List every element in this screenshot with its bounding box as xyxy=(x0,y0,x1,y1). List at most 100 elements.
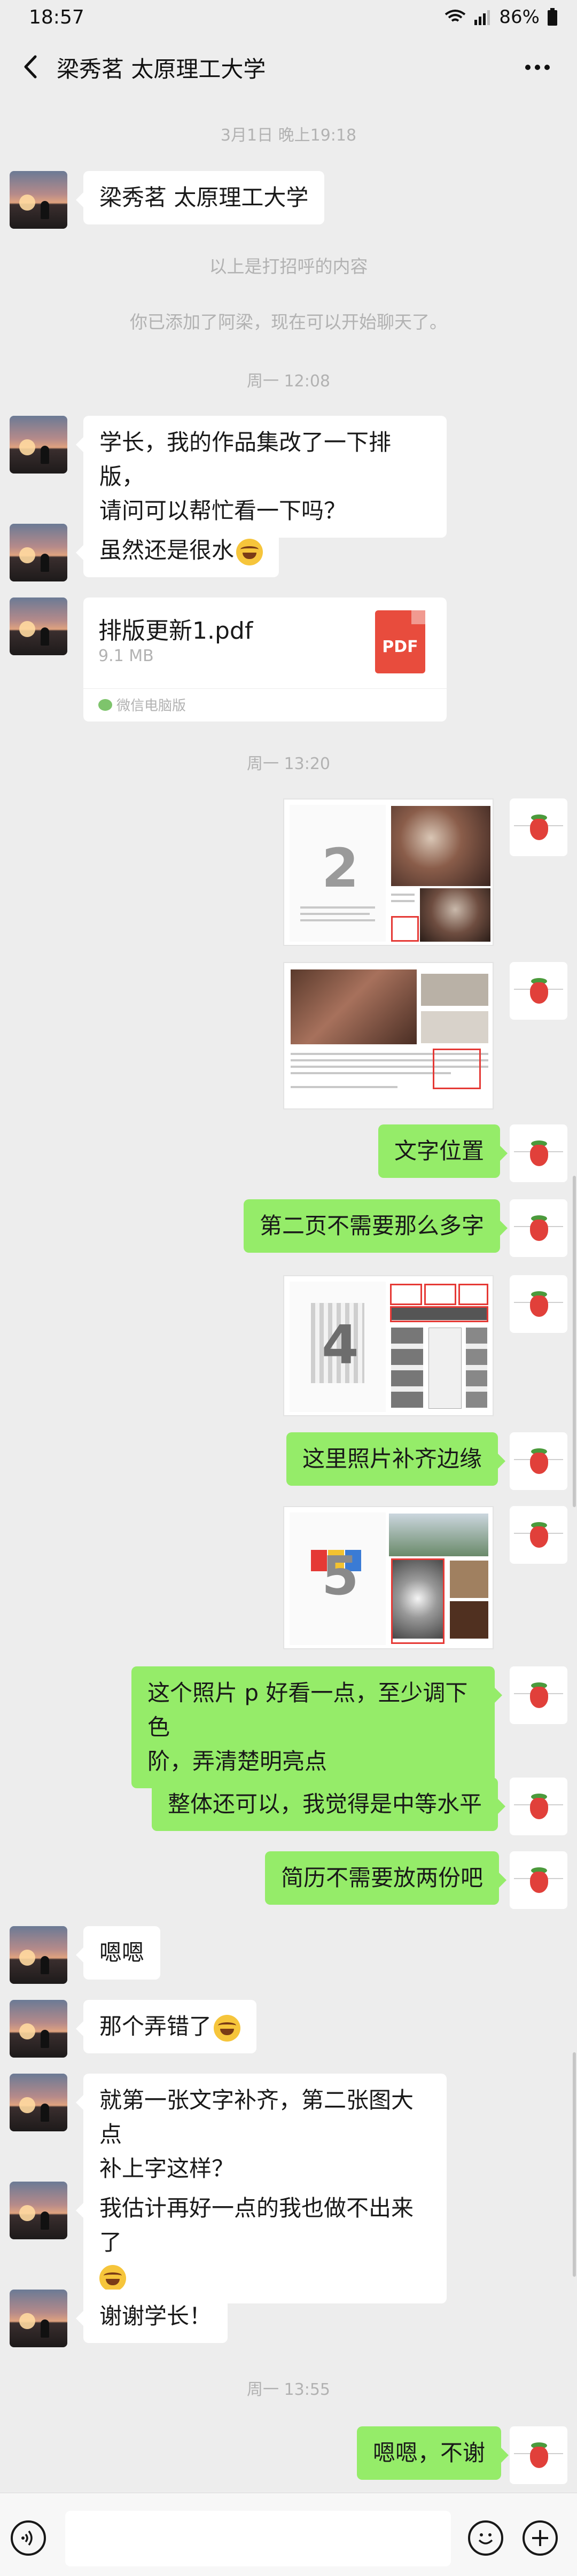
status-time: 18:57 xyxy=(29,6,84,28)
message-bubble-outgoing[interactable]: 文字位置 xyxy=(378,1124,508,1178)
message-bubble-incoming[interactable]: 谢谢学长！ xyxy=(76,2290,228,2343)
message-text: 虽然还是很水 xyxy=(99,537,235,563)
back-button[interactable] xyxy=(12,48,49,86)
message-bubble-incoming[interactable]: 我估计再好一点的我也做不出来了 xyxy=(76,2182,447,2303)
timestamp: 周一 13:20 xyxy=(247,755,330,773)
message-text: 简历不需要放两份吧 xyxy=(281,1865,484,1891)
message-text: 文字位置 xyxy=(394,1138,485,1164)
message-bubble-outgoing[interactable]: 整体还可以，我觉得是中等水平 xyxy=(152,1778,506,1831)
avatar[interactable] xyxy=(510,1199,567,1257)
message-bubble-outgoing[interactable]: 第二页不需要那么多字 xyxy=(244,1199,508,1253)
timestamp: 周一 13:55 xyxy=(247,2380,330,2399)
avatar[interactable] xyxy=(10,2074,67,2131)
message-text: 这里照片补齐边缘 xyxy=(302,1446,482,1472)
annotation-box xyxy=(390,1284,422,1305)
avatar[interactable] xyxy=(10,2000,67,2058)
message-bubble-outgoing[interactable]: 这里照片补齐边缘 xyxy=(286,1432,506,1486)
message-bubble-outgoing[interactable]: 简历不需要放两份吧 xyxy=(265,1851,507,1905)
laugh-cry-emoji-icon xyxy=(214,2014,241,2042)
status-icons: 86% xyxy=(445,6,558,28)
message-text: 嗯嗯 xyxy=(99,1939,145,1966)
message-text: 我估计再好一点的我也做不出来了 xyxy=(99,2195,414,2255)
image-message[interactable] xyxy=(283,962,494,1109)
back-arrow-icon xyxy=(24,55,37,79)
annotation-box xyxy=(433,1049,481,1089)
avatar[interactable] xyxy=(10,2290,67,2347)
message-text: 第二页不需要那么多字 xyxy=(260,1213,485,1239)
photo xyxy=(389,1514,488,1556)
message-text: 就第一张文字补齐，第二张图大点 xyxy=(99,2087,414,2147)
image-message[interactable]: 2 xyxy=(283,798,494,946)
message-text: 整体还可以，我觉得是中等水平 xyxy=(168,1791,482,1817)
signal-icon xyxy=(474,10,490,25)
message-bubble-outgoing[interactable]: 这个照片 p 好看一点，至少调下色 阶，弄清楚明亮点 xyxy=(131,1666,502,1788)
photo xyxy=(291,969,417,1044)
photo xyxy=(420,888,490,942)
more-icon xyxy=(525,65,550,70)
avatar[interactable] xyxy=(510,1432,567,1490)
page-number: 5 xyxy=(322,1545,359,1607)
timestamp: 3月1日 晚上19:18 xyxy=(220,126,357,145)
avatar[interactable] xyxy=(510,1124,567,1182)
wifi-icon xyxy=(445,10,466,22)
scrollbar[interactable] xyxy=(573,1176,576,1507)
image-message[interactable]: 5 xyxy=(283,1506,494,1649)
avatar[interactable] xyxy=(510,1851,567,1909)
page-left: 5 xyxy=(290,1512,386,1645)
message-bubble-incoming[interactable]: 就第一张文字补齐，第二张图大点 补上字这样？ xyxy=(76,2074,447,2195)
file-source: 微信电脑版 xyxy=(98,695,186,715)
laugh-cry-emoji-icon xyxy=(236,538,263,565)
photo xyxy=(391,806,490,886)
page-left: 2 xyxy=(290,805,386,942)
emoji-icon xyxy=(478,2533,493,2544)
message-bubble-incoming[interactable]: 那个弄错了 xyxy=(76,2000,257,2053)
avatar[interactable] xyxy=(10,598,67,655)
photo xyxy=(421,974,488,1006)
image-message[interactable]: 4 xyxy=(283,1275,494,1416)
chat-title: 梁秀茗 太原理工大学 xyxy=(57,56,266,82)
avatar[interactable] xyxy=(510,1778,567,1835)
message-text: 请问可以帮忙看一下吗？ xyxy=(99,498,347,524)
avatar[interactable] xyxy=(10,171,67,229)
annotation-box xyxy=(424,1284,456,1305)
wechat-icon xyxy=(98,699,112,711)
avatar[interactable] xyxy=(10,1926,67,1984)
plus-button[interactable] xyxy=(523,2520,558,2556)
message-input[interactable] xyxy=(65,2511,451,2566)
page-number: 2 xyxy=(322,837,359,899)
avatar[interactable] xyxy=(510,798,567,856)
system-note: 以上是打招呼的内容 xyxy=(209,256,368,277)
photo xyxy=(450,1561,488,1598)
page-number: 4 xyxy=(322,1314,359,1376)
laugh-cry-emoji-icon xyxy=(99,2264,126,2292)
plus-icon xyxy=(532,2530,548,2546)
avatar[interactable] xyxy=(510,1506,567,1564)
avatar[interactable] xyxy=(10,416,67,474)
emoji-button[interactable] xyxy=(468,2520,503,2556)
avatar[interactable] xyxy=(10,2182,67,2239)
message-text: 梁秀茗 太原理工大学 xyxy=(99,184,309,211)
page-left: 4 xyxy=(290,1282,386,1412)
system-note: 你已添加了阿梁，现在可以开始聊天了。 xyxy=(130,312,447,332)
avatar[interactable] xyxy=(510,1666,567,1724)
message-text: 那个弄错了 xyxy=(99,2013,212,2039)
pdf-icon: PDF xyxy=(375,610,425,673)
scrollbar[interactable] xyxy=(573,2052,576,2277)
message-text: 补上字这样？ xyxy=(99,2155,235,2182)
annotation-box xyxy=(390,1306,488,1322)
file-source-label: 微信电脑版 xyxy=(116,698,186,714)
message-bubble-incoming[interactable]: 学长，我的作品集改了一下排版， 请问可以帮忙看一下吗？ xyxy=(76,416,447,538)
avatar[interactable] xyxy=(510,2426,567,2484)
message-text: 阶，弄清楚明亮点 xyxy=(147,1748,328,1774)
message-bubble-incoming[interactable]: 梁秀茗 太原理工大学 xyxy=(76,171,325,224)
message-bubble-outgoing[interactable]: 嗯嗯，不谢 xyxy=(357,2426,509,2480)
message-bubble-incoming[interactable]: 嗯嗯 xyxy=(76,1926,161,1980)
annotation-box xyxy=(391,916,419,942)
voice-button[interactable] xyxy=(11,2520,46,2556)
avatar[interactable] xyxy=(10,524,67,581)
avatar[interactable] xyxy=(510,962,567,1020)
message-bubble-incoming[interactable]: 虽然还是很水 xyxy=(76,524,279,577)
avatar[interactable] xyxy=(510,1275,567,1333)
more-button[interactable] xyxy=(516,51,559,83)
divider xyxy=(83,688,447,689)
